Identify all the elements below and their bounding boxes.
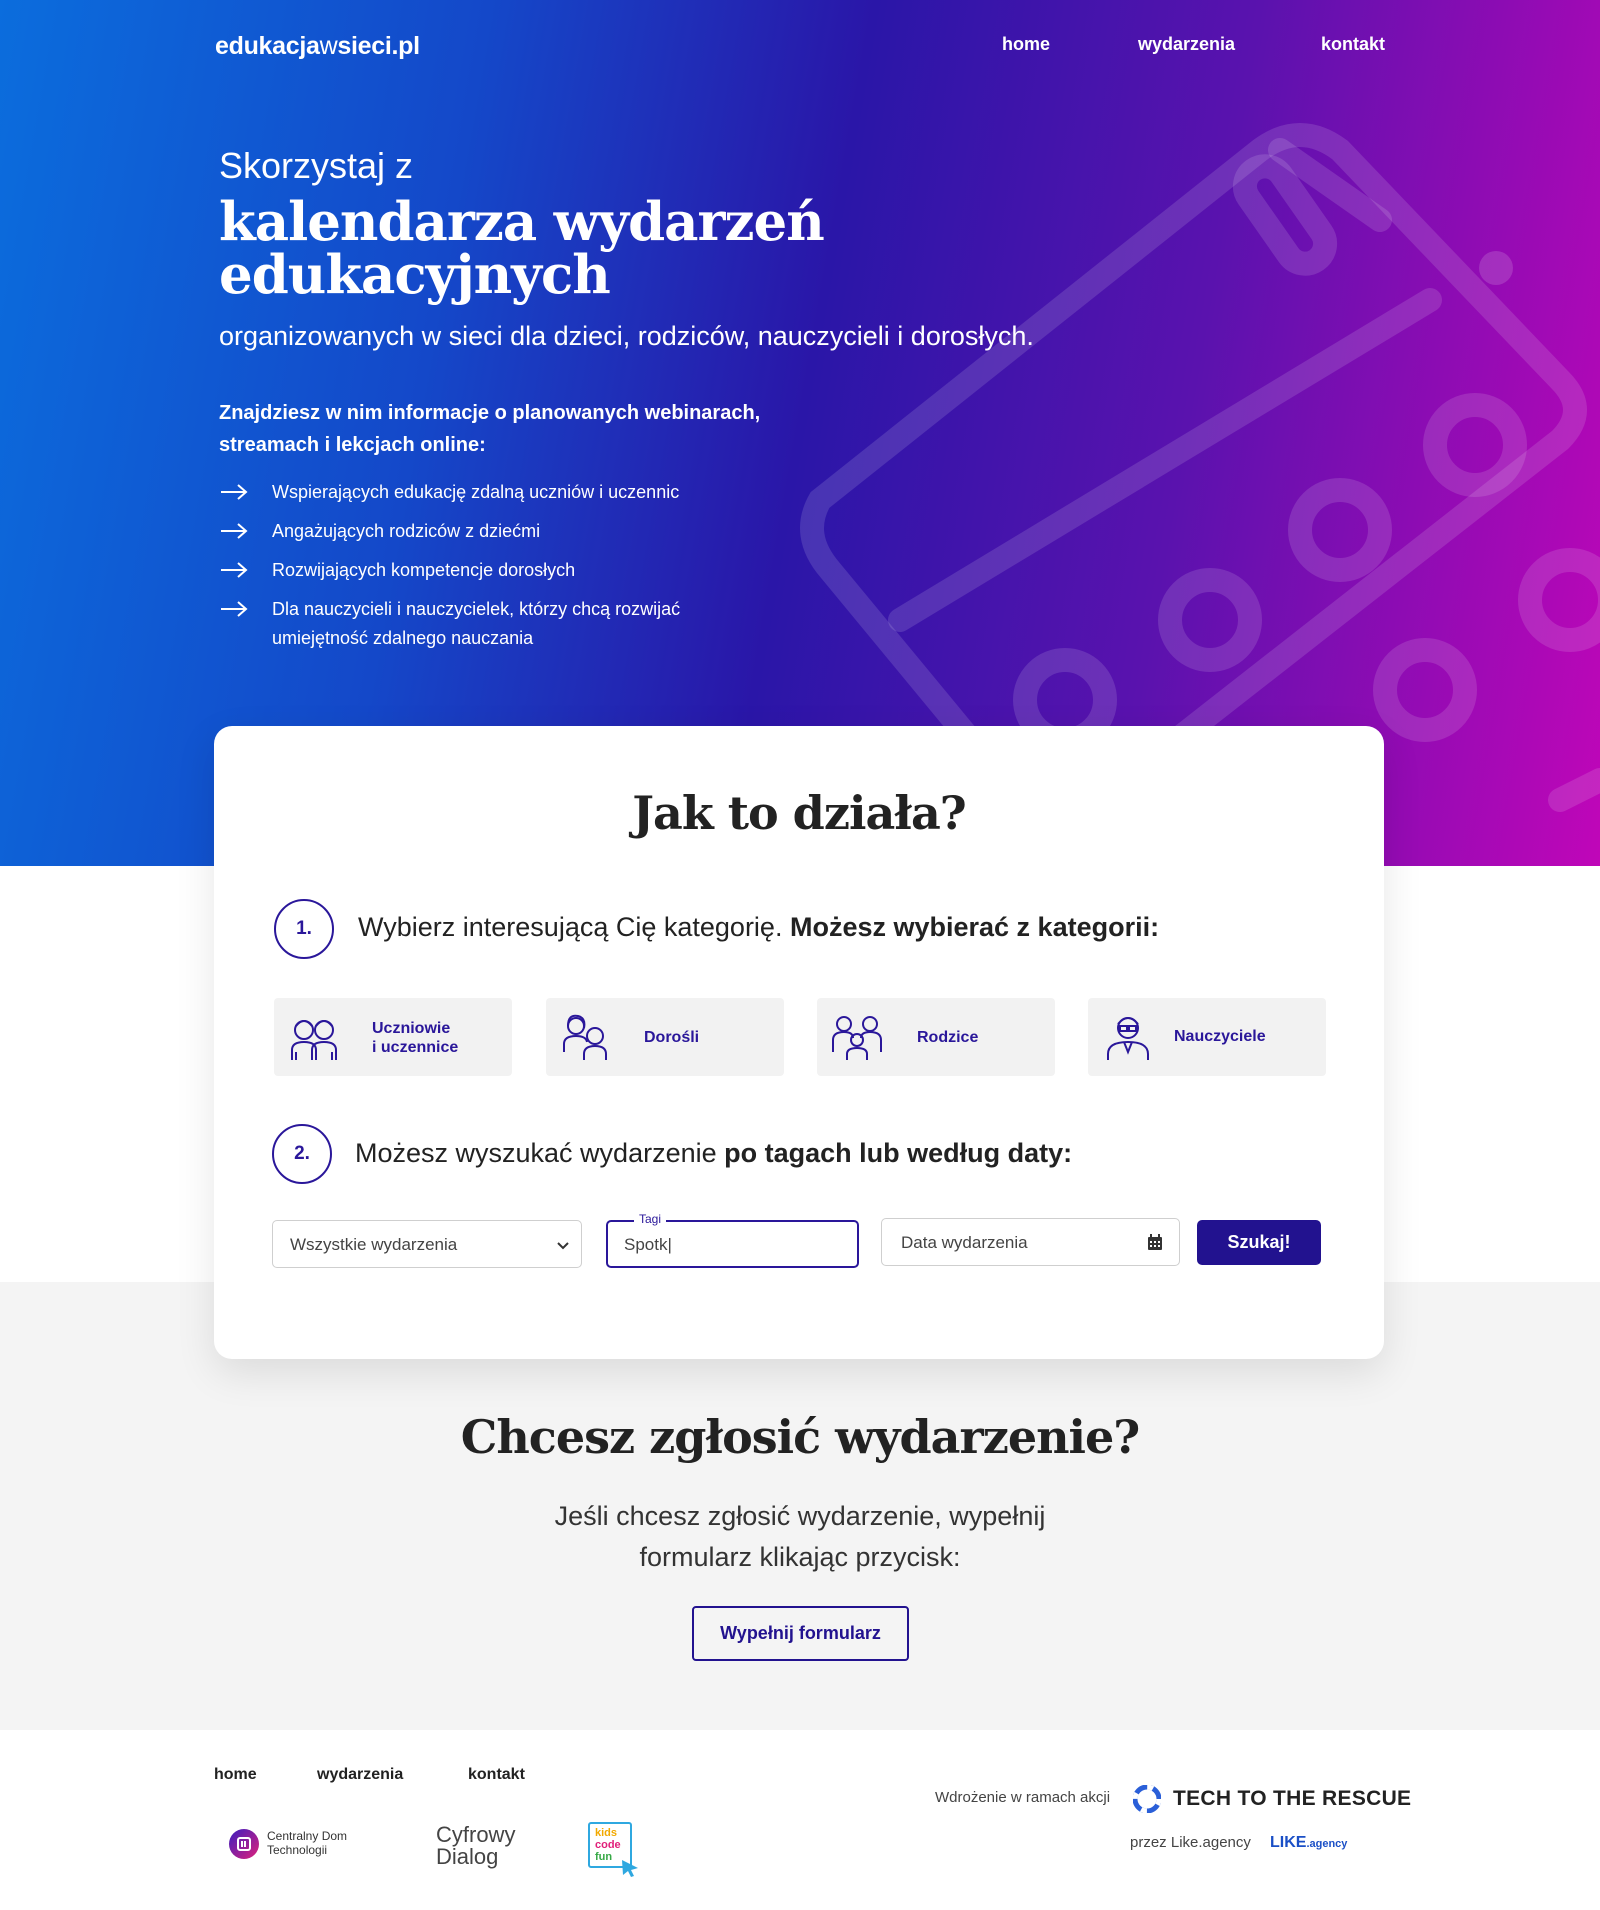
hero-title: kalendarza wydarzeń edukacyjnych [219,191,825,306]
cd-line: Dialog [436,1844,499,1869]
logo-part: sieci.pl [337,32,420,60]
kcf-line: code [595,1839,621,1851]
kcf-line: kids [595,1827,618,1839]
cdt-logo-text[interactable]: Centralny Dom Technologii [267,1829,347,1857]
step-2-text: Możesz wyszukać wydarzenie po tagach lub… [355,1138,1072,1169]
implementation-text: Wdrożenie w ramach akcji [935,1789,1111,1806]
list-item-text: Wspierających edukację zdalną uczniów i … [272,482,680,502]
like-agency-text: przez Like.agency [1130,1834,1251,1851]
how-title: Jak to działa? [632,786,966,840]
parents-icon [832,1016,882,1060]
footer [0,1730,1600,1910]
like-agency-logo[interactable]: LIKE.agency [1270,1834,1347,1852]
calendar-icon[interactable] [1147,1234,1163,1251]
category-label: Uczniowie i uczennice [372,1019,458,1057]
tech-to-the-rescue-logo[interactable]: TECH TO THE RESCUE [1173,1787,1411,1811]
arrow-right-icon [221,562,248,578]
hero-pre-title: Skorzystaj z [219,145,414,186]
category-label-line: i uczennice [372,1039,459,1056]
arrow-right-icon [221,523,248,539]
adults-icon [563,1014,607,1060]
submit-title: Chcesz zgłosić wydarzenie? [460,1410,1141,1464]
category-teachers[interactable]: Nauczyciele [1088,998,1326,1076]
students-icon [291,1020,337,1060]
like-logo-main: LIKE [1270,1834,1307,1851]
select-value: Wszystkie wydarzenia [290,1235,458,1254]
nav-contact[interactable]: kontakt [1321,34,1385,55]
category-label: Dorośli [644,1029,700,1046]
tags-input-value: Spotk| [624,1235,672,1254]
search-button[interactable]: Szukaj! [1197,1220,1321,1265]
list-item-text: Rozwijających kompetencje dorosłych [272,560,576,580]
step-2-text-light: Możesz wyszukać wydarzenie [355,1138,717,1168]
cdt-line: Technologii [267,1843,328,1857]
logo-part: w [319,32,338,60]
cursor-icon [622,1860,638,1877]
chevron-down-icon [557,1242,569,1250]
cyfrowy-dialog-logo[interactable]: Cyfrowy Dialog [436,1824,515,1868]
category-label-line: Uczniowie [372,1020,451,1037]
step-2-text-bold: po tagach lub według daty: [724,1138,1073,1168]
step-2-number: 2. [272,1124,332,1184]
footer-nav-home[interactable]: home [214,1766,257,1784]
list-item: Dla nauczycieli i nauczycielek, którzy c… [219,595,779,653]
category-label: Nauczyciele [1174,1028,1266,1045]
arrow-right-icon [221,601,248,617]
category-students[interactable]: Uczniowie i uczennice [274,998,512,1076]
footer-nav-contact[interactable]: kontakt [468,1766,525,1784]
cdt-line: Centralny Dom [267,1829,348,1843]
step-1-text-bold: Możesz wybierać z kategorii: [789,912,1160,942]
date-input[interactable]: Data wydarzenia [881,1218,1180,1266]
arrow-right-icon [221,484,248,500]
like-logo-suffix: .agency [1306,1838,1348,1850]
lifebuoy-icon[interactable] [1133,1785,1161,1813]
hero-feature-list: Wspierających edukację zdalną uczniów i … [219,478,779,663]
fill-form-button[interactable]: Wypełnij formularz [692,1606,909,1661]
list-item: Wspierających edukację zdalną uczniów i … [219,478,779,507]
step-1-text-light: Wybierz interesującą Cię kategorię. [358,912,783,942]
nav-home[interactable]: home [1002,34,1050,55]
list-item: Angażujących rodziców z dziećmi [219,517,779,546]
teacher-icon [1107,1017,1149,1060]
nav-events[interactable]: wydarzenia [1138,34,1235,55]
list-item: Rozwijających kompetencje dorosłych [219,556,779,585]
event-type-select[interactable]: Wszystkie wydarzenia [272,1220,582,1268]
logo-part: edukacja [215,32,320,60]
how-it-works-card: Jak to działa? 1. Wybierz interesującą C… [214,726,1384,1359]
category-adults[interactable]: Dorośli [546,998,784,1076]
step-1-text: Wybierz interesującą Cię kategorię. Może… [358,912,1159,943]
footer-nav-events[interactable]: wydarzenia [317,1766,403,1784]
hero-subtitle: organizowanych w sieci dla dzieci, rodzi… [219,321,1034,351]
step-1-number: 1. [274,899,334,959]
hero-lead: Znajdziesz w nim informacje o planowanyc… [219,402,761,456]
cdt-logo-icon[interactable] [228,1828,260,1860]
list-item-text: Dla nauczycieli i nauczycielek, którzy c… [272,599,681,648]
tags-input[interactable]: Tagi Spotk| [606,1212,859,1268]
list-item-text: Angażujących rodziców z dziećmi [272,521,541,541]
date-input-placeholder: Data wydarzenia [901,1233,1028,1252]
site-logo[interactable]: edukacjawsieci.pl [215,32,420,61]
submit-text: Jeśli chcesz zgłosić wydarzenie, wypełni… [554,1501,1046,1572]
category-label: Rodzice [917,1029,979,1046]
tags-input-label: Tagi [634,1212,667,1226]
category-parents[interactable]: Rodzice [817,998,1055,1076]
